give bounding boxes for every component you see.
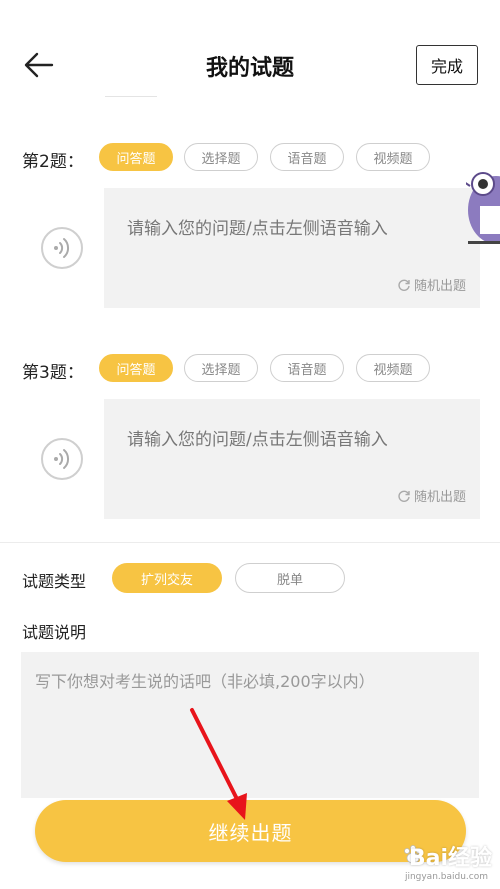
question-3-type-voice[interactable]: 语音题 xyxy=(270,354,344,382)
question-3-placeholder: 请输入您的问题/点击左侧语音输入 xyxy=(127,430,388,450)
question-3-input[interactable]: 请输入您的问题/点击左侧语音输入 随机出题 xyxy=(104,399,480,519)
watermark: Bai经验 jingyan.baidu.com xyxy=(372,832,498,888)
description-input[interactable]: 写下你想对考生说的话吧（非必填,200字以内） xyxy=(21,652,479,798)
type-option-make-friends[interactable]: 扩列交友 xyxy=(112,563,222,593)
question-type-label: 试题类型 xyxy=(22,572,87,591)
question-2-type-video[interactable]: 视频题 xyxy=(356,143,430,171)
question-3-type-choice[interactable]: 选择题 xyxy=(184,354,258,382)
divider xyxy=(105,96,157,97)
type-option-find-partner[interactable]: 脱单 xyxy=(235,563,345,593)
random-label: 随机出题 xyxy=(413,490,466,505)
question-2-voice-button[interactable] xyxy=(41,227,83,269)
watermark-text: Bai经验 xyxy=(408,846,492,871)
random-label: 随机出题 xyxy=(413,279,466,294)
description-placeholder: 写下你想对考生说的话吧（非必填,200字以内） xyxy=(35,672,375,691)
question-2-input[interactable]: 请输入您的问题/点击左侧语音输入 随机出题 xyxy=(104,188,480,308)
question-2-label: 第2题： xyxy=(22,152,84,172)
sound-wave-icon xyxy=(54,238,70,258)
question-3-type-video[interactable]: 视频题 xyxy=(356,354,430,382)
question-2-placeholder: 请输入您的问题/点击左侧语音输入 xyxy=(127,219,388,239)
question-2-type-qa[interactable]: 问答题 xyxy=(99,143,173,171)
header: 我的试题 完成 xyxy=(0,0,500,100)
refresh-icon xyxy=(398,490,410,502)
question-3-random-button[interactable]: 随机出题 xyxy=(397,486,466,505)
question-3-voice-button[interactable] xyxy=(41,438,83,480)
divider xyxy=(0,542,500,543)
watermark-url: jingyan.baidu.com xyxy=(404,872,488,882)
refresh-icon xyxy=(398,279,410,291)
sound-wave-icon xyxy=(54,449,70,469)
question-2-random-button[interactable]: 随机出题 xyxy=(397,275,466,294)
question-3-type-qa[interactable]: 问答题 xyxy=(99,354,173,382)
question-2-type-voice[interactable]: 语音题 xyxy=(270,143,344,171)
description-label: 试题说明 xyxy=(22,623,87,642)
question-3-label: 第3题： xyxy=(22,363,84,383)
question-2-type-choice[interactable]: 选择题 xyxy=(184,143,258,171)
owl-mascot-icon[interactable] xyxy=(466,168,500,258)
done-button[interactable]: 完成 xyxy=(416,45,478,85)
